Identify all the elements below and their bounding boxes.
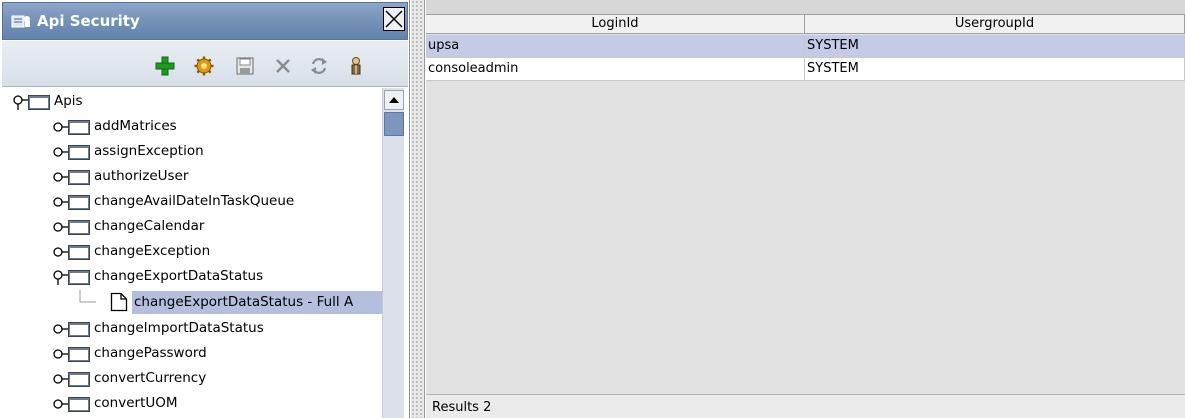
table-cell-usergroupid: SYSTEM <box>805 35 1185 57</box>
settings-gear-icon <box>194 56 214 76</box>
api-security-window: Api Security Apis addMatrices assignExce… <box>0 0 1185 418</box>
tree-item-label: changeExportDataStatus - Full A <box>132 291 383 314</box>
collapsed-toggle-icon[interactable] <box>52 219 68 235</box>
folder-icon <box>68 397 90 412</box>
panel-title: Api Security <box>37 12 140 30</box>
add-icon <box>155 56 175 76</box>
collapsed-toggle-icon[interactable] <box>52 169 68 185</box>
tree-item-label: authorizeUser <box>94 168 189 184</box>
add-button[interactable] <box>154 55 176 77</box>
tree-item[interactable]: authorizeUser <box>2 165 382 190</box>
folder-icon <box>68 145 90 160</box>
table-row[interactable]: consoleadmin SYSTEM <box>426 58 1185 81</box>
delete-icon <box>276 59 290 73</box>
tree-item-label: convertUOM <box>94 395 178 411</box>
tree-child-item-selected[interactable]: changeExportDataStatus - Full A <box>2 290 383 315</box>
tree-item[interactable]: convertUOM <box>2 392 382 417</box>
settings-button[interactable] <box>193 55 215 77</box>
refresh-icon <box>311 58 327 74</box>
scrollbar-thumb[interactable] <box>384 112 404 136</box>
delete-button[interactable] <box>272 55 294 77</box>
folder-icon <box>68 372 90 387</box>
folder-icon <box>68 245 90 260</box>
api-tree-panel: Api Security Apis addMatrices assignExce… <box>0 0 410 418</box>
tree-item[interactable]: changeCalendar <box>2 215 382 240</box>
collapsed-toggle-icon[interactable] <box>52 144 68 160</box>
collapsed-toggle-icon[interactable] <box>52 119 68 135</box>
tree-item-label: changeImportDataStatus <box>94 320 264 336</box>
tree-item[interactable]: assignException <box>2 140 382 165</box>
table-cell-loginid: consoleadmin <box>426 58 805 80</box>
expanded-toggle-icon[interactable] <box>12 94 28 110</box>
close-button[interactable] <box>383 7 405 31</box>
tree-vertical-scrollbar[interactable] <box>382 88 404 418</box>
folder-icon <box>68 270 90 285</box>
collapsed-toggle-icon[interactable] <box>52 244 68 260</box>
expanded-toggle-icon[interactable] <box>52 269 68 285</box>
save-icon <box>236 57 254 75</box>
collapsed-toggle-icon[interactable] <box>52 346 68 362</box>
tree-toolbar <box>2 41 408 87</box>
collapsed-toggle-icon[interactable] <box>52 371 68 387</box>
user-icon <box>351 57 361 75</box>
api-security-icon <box>11 15 30 28</box>
table-row[interactable]: upsa SYSTEM <box>426 35 1185 58</box>
folder-icon <box>68 322 90 337</box>
document-icon <box>110 292 128 312</box>
tree-item[interactable]: changeException <box>2 240 382 265</box>
tree-item[interactable]: changeAvailDateInTaskQueue <box>2 190 382 215</box>
folder-icon <box>68 220 90 235</box>
folder-icon <box>28 95 50 110</box>
collapsed-toggle-icon[interactable] <box>52 396 68 412</box>
tree-item-label: assignException <box>94 143 204 159</box>
collapsed-toggle-icon[interactable] <box>52 321 68 337</box>
api-tree: Apis addMatrices assignException authori… <box>2 88 408 418</box>
tree-item-label: convertCurrency <box>94 370 207 386</box>
tree-item[interactable]: changePassword <box>2 342 382 367</box>
tree-root[interactable]: Apis <box>2 90 382 115</box>
tree-item-label: changeAvailDateInTaskQueue <box>94 193 295 209</box>
tree-item-label: addMatrices <box>94 118 177 134</box>
panel-splitter[interactable] <box>411 0 425 418</box>
arrow-up-icon <box>389 97 399 103</box>
save-button[interactable] <box>234 55 256 77</box>
scroll-up-button[interactable] <box>384 90 404 110</box>
user-button[interactable] <box>345 55 367 77</box>
tree-item[interactable]: convertCurrency <box>2 367 382 392</box>
panel-title-bar: Api Security <box>2 2 408 40</box>
column-header-loginid[interactable]: LoginId <box>426 15 805 34</box>
column-header-usergroupid[interactable]: UsergroupId <box>805 15 1185 34</box>
tree-item-expanded[interactable]: changeExportDataStatus <box>2 265 382 290</box>
table-header: LoginId UsergroupId <box>426 14 1185 34</box>
tree-item[interactable]: changeImportDataStatus <box>2 317 382 342</box>
tree-connector-icon <box>79 290 96 303</box>
results-count: Results 2 <box>432 400 492 415</box>
tree-root-label: Apis <box>54 93 83 109</box>
status-bar: Results 2 <box>426 394 1185 418</box>
folder-icon <box>68 195 90 210</box>
folder-icon <box>68 120 90 135</box>
results-top-strip <box>426 0 1185 14</box>
folder-icon <box>68 347 90 362</box>
refresh-button[interactable] <box>308 55 330 77</box>
tree-item-label: changeExportDataStatus <box>94 268 264 284</box>
tree-item-label: changeException <box>94 243 211 259</box>
tree-item[interactable]: addMatrices <box>2 115 382 140</box>
close-icon <box>385 10 403 28</box>
folder-icon <box>68 170 90 185</box>
collapsed-toggle-icon[interactable] <box>52 194 68 210</box>
table-cell-usergroupid: SYSTEM <box>805 58 1185 80</box>
results-panel: LoginId UsergroupId upsa SYSTEM consolea… <box>426 0 1185 418</box>
tree-item-label: changeCalendar <box>94 218 205 234</box>
tree-item-label: changePassword <box>94 345 207 361</box>
table-cell-loginid: upsa <box>426 35 805 57</box>
